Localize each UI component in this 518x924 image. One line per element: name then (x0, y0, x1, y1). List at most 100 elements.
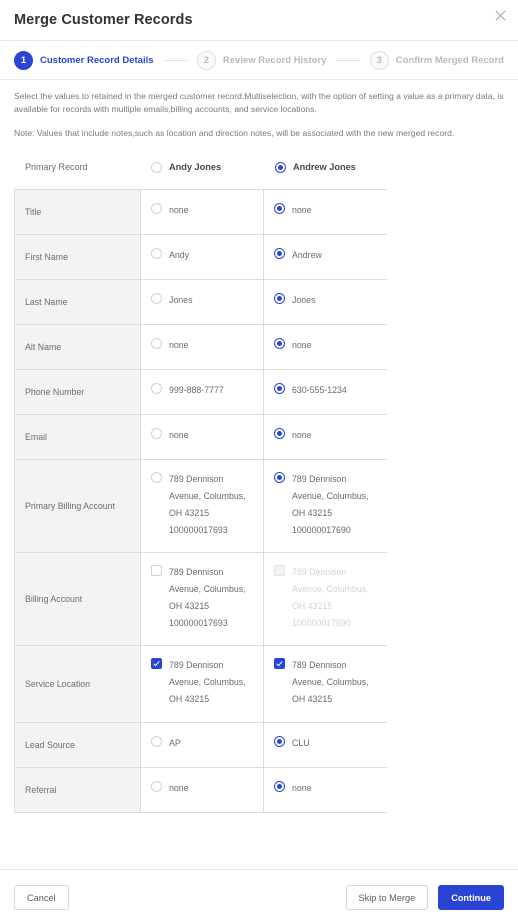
radio-icon[interactable] (151, 337, 162, 349)
step-2-label: Review Record History (222, 54, 327, 66)
step-2-badge: 2 (196, 50, 216, 70)
row-option-right-value: none (292, 782, 312, 793)
table-row: Primary Billing Account 789 Dennison Ave… (15, 459, 387, 553)
row-option-left[interactable]: AP (141, 722, 264, 767)
radio-icon[interactable] (151, 292, 162, 304)
row-option-right[interactable]: 789 Dennison Avenue, Columbus, OH 43215 … (264, 459, 387, 552)
table-row: Title none none (15, 189, 387, 235)
table-row: Last Name Jones Jones (15, 279, 387, 325)
row-label: Billing Account (15, 552, 141, 645)
row-label: Lead Source (15, 722, 141, 767)
radio-icon[interactable] (274, 247, 285, 259)
row-option-left[interactable]: none (141, 414, 264, 459)
radio-icon[interactable] (151, 382, 162, 394)
row-option-left[interactable]: 789 Dennison Avenue, Columbus, OH 43215 … (141, 552, 264, 645)
step-1-badge: 1 (14, 50, 33, 70)
row-label: First Name (15, 234, 141, 279)
row-option-right: 789 Dennison Avenue, Columbus, OH 43215 … (264, 552, 387, 645)
row-option-left[interactable]: none (141, 324, 264, 369)
primary-record-option-left[interactable]: Andy Jones (140, 161, 264, 173)
row-option-right-value: 630-555-1234 (292, 384, 347, 395)
step-customer-record-details[interactable]: 1 Customer Record Details (14, 50, 154, 70)
cancel-button[interactable]: Cancel (14, 884, 69, 910)
row-option-right-value: none (292, 429, 312, 440)
radio-icon[interactable] (274, 337, 285, 349)
row-option-left[interactable]: Andy (141, 234, 264, 279)
radio-icon[interactable] (151, 471, 162, 483)
row-option-left-value: Andy (169, 249, 190, 260)
row-option-left-value: 789 Dennison Avenue, Columbus, OH 43215 … (169, 566, 246, 629)
radio-icon[interactable] (151, 780, 162, 792)
radio-icon[interactable] (151, 161, 162, 173)
row-option-left[interactable]: 789 Dennison Avenue, Columbus, OH 43215 … (141, 459, 264, 552)
row-label: Alt Name (15, 324, 141, 369)
row-label: Email (15, 414, 141, 459)
radio-icon[interactable] (274, 735, 285, 747)
merge-customer-records-dialog: Merge Customer Records 1 Customer Record… (0, 0, 518, 924)
row-option-right[interactable]: CLU (264, 722, 387, 767)
row-option-right-value: 789 Dennison Avenue, Columbus, OH 43215 (292, 659, 369, 705)
page-title: Merge Customer Records (14, 12, 193, 28)
row-option-left[interactable]: none (141, 189, 264, 234)
row-label: Phone Number (15, 369, 141, 414)
row-option-left[interactable]: 999-888-7777 (141, 369, 264, 414)
step-review-record-history[interactable]: 2 Review Record History (196, 50, 327, 70)
radio-icon[interactable] (151, 247, 162, 259)
table-row: Lead Source AP CLU (15, 722, 387, 768)
primary-record-right-name: Andrew Jones (293, 161, 356, 172)
row-option-left-value: Jones (169, 294, 193, 305)
row-label: Referral (15, 767, 141, 812)
row-option-left-value: 789 Dennison Avenue, Columbus, OH 43215 … (169, 473, 246, 536)
checkbox-icon[interactable] (151, 657, 162, 669)
table-row: Service Location 789 Dennison Avenue, Co… (15, 645, 387, 723)
description-note: Note: Values that include notes,such as … (14, 127, 455, 138)
primary-record-option-right[interactable]: Andrew Jones (264, 161, 388, 173)
radio-icon[interactable] (151, 202, 162, 214)
row-option-left-value: 789 Dennison Avenue, Columbus, OH 43215 (169, 659, 246, 705)
table-row: Phone Number 999-888-7777 630-555-1234 (15, 369, 387, 415)
row-option-left[interactable]: 789 Dennison Avenue, Columbus, OH 43215 (141, 645, 264, 722)
row-option-right[interactable]: 789 Dennison Avenue, Columbus, OH 43215 (264, 645, 387, 722)
step-3-badge: 3 (369, 50, 389, 70)
row-option-right-value: none (292, 204, 312, 215)
row-option-left[interactable]: none (141, 767, 264, 812)
primary-record-row: Primary Record Andy Jones Andrew Jones (14, 152, 504, 182)
radio-icon[interactable] (274, 382, 285, 394)
step-connector-2 (336, 59, 360, 61)
row-option-right[interactable]: none (264, 189, 387, 234)
row-option-right-value: Jones (292, 294, 316, 305)
step-1-label: Customer Record Details (40, 54, 154, 66)
skip-to-merge-button[interactable]: Skip to Merge (345, 884, 429, 910)
row-option-right[interactable]: Jones (264, 279, 387, 324)
radio-icon[interactable] (274, 202, 285, 214)
row-option-right-value: CLU (292, 737, 310, 748)
table-row: Referral none none (15, 767, 387, 813)
primary-record-left-name: Andy Jones (169, 161, 222, 172)
continue-button[interactable]: Continue (438, 884, 504, 910)
row-option-right[interactable]: none (264, 414, 387, 459)
row-label: Service Location (15, 645, 141, 722)
radio-icon[interactable] (274, 292, 285, 304)
footer-actions: Skip to Merge Continue (345, 884, 504, 910)
checkbox-icon[interactable] (151, 564, 162, 576)
row-option-left[interactable]: Jones (141, 279, 264, 324)
radio-icon[interactable] (275, 161, 286, 173)
close-icon[interactable] (490, 5, 510, 25)
radio-icon[interactable] (151, 427, 162, 439)
row-option-left-value: 999-888-7777 (169, 384, 224, 395)
primary-record-label: Primary Record (25, 161, 88, 172)
row-option-right[interactable]: none (264, 767, 387, 812)
radio-icon[interactable] (274, 427, 285, 439)
merge-fields-table: Title none none First Name Andy Andrew L… (14, 188, 387, 813)
checkbox-icon[interactable] (274, 657, 285, 669)
step-confirm-merged-record[interactable]: 3 Confirm Merged Record (369, 50, 504, 70)
radio-icon[interactable] (151, 735, 162, 747)
radio-icon[interactable] (274, 471, 285, 483)
dialog-footer: Cancel Skip to Merge Continue (0, 869, 518, 924)
row-option-right[interactable]: none (264, 324, 387, 369)
row-option-right[interactable]: Andrew (264, 234, 387, 279)
row-option-right-value: 789 Dennison Avenue, Columbus, OH 43215 … (292, 566, 369, 629)
row-option-right[interactable]: 630-555-1234 (264, 369, 387, 414)
radio-icon[interactable] (274, 780, 285, 792)
row-label: Title (15, 189, 141, 234)
